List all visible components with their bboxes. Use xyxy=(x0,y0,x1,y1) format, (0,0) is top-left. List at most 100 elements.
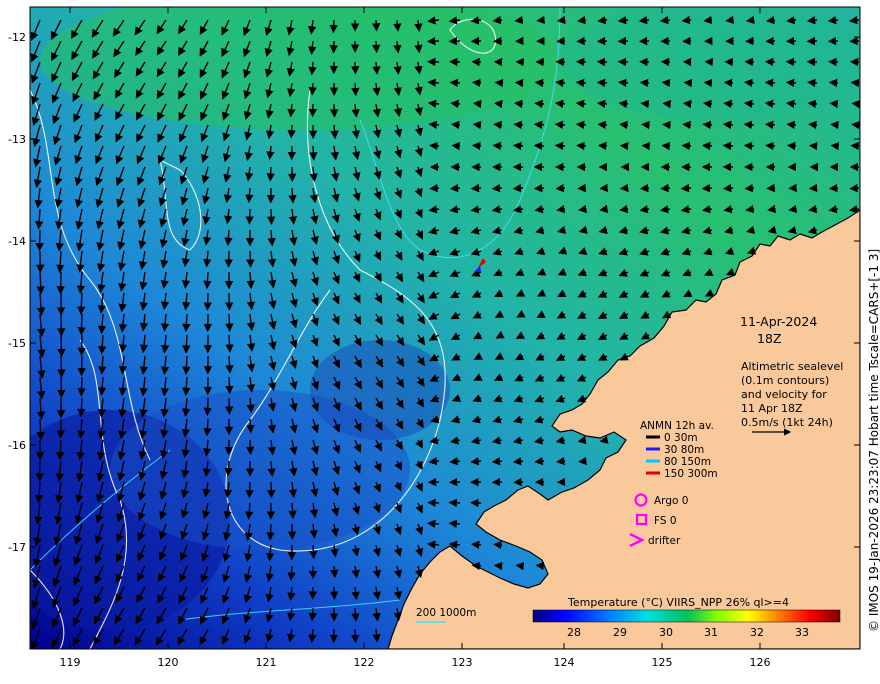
velocity-arrow xyxy=(580,461,587,462)
lon-tick-label: 125 xyxy=(652,656,673,669)
velocity-arrow xyxy=(852,83,859,84)
velocity-arrow xyxy=(640,20,649,21)
velocity-arrow xyxy=(682,188,691,189)
map-date: 11-Apr-2024 xyxy=(740,314,817,329)
velocity-arrow xyxy=(599,146,607,147)
velocity-arrow xyxy=(853,124,860,125)
velocity-arrow xyxy=(577,82,586,83)
velocity-arrow xyxy=(429,103,439,104)
velocity-arrow xyxy=(664,124,671,125)
velocity-arrow xyxy=(536,82,544,83)
velocity-arrow xyxy=(577,124,586,125)
velocity-arrow xyxy=(292,503,293,518)
sea-surface-temperature-map: -12-13-14-15-16-17 119120121122123124125… xyxy=(0,0,880,680)
velocity-arrow xyxy=(451,461,460,462)
velocity-arrow xyxy=(642,103,649,104)
colorbar-tick-label: 29 xyxy=(613,626,627,639)
velocity-arrow xyxy=(684,103,691,104)
velocity-arrow xyxy=(474,124,481,125)
velocity-arrow xyxy=(535,188,544,189)
velocity-arrow xyxy=(312,83,313,94)
lat-tick-label: -17 xyxy=(8,541,26,554)
velocity-arrow xyxy=(494,146,502,147)
velocity-arrow xyxy=(808,20,817,21)
velocity-arrow xyxy=(430,124,439,125)
anmn-label: 30 80m xyxy=(664,444,704,456)
velocity-arrow xyxy=(766,103,775,104)
velocity-arrow xyxy=(745,146,754,147)
drifter-label: drifter xyxy=(648,535,681,547)
velocity-arrow xyxy=(829,20,838,21)
velocity-arrow xyxy=(619,82,628,83)
velocity-arrow xyxy=(705,83,712,84)
velocity-arrow xyxy=(228,461,229,475)
velocity-arrow xyxy=(451,188,460,189)
velocity-arrow xyxy=(333,20,334,32)
velocity-arrow xyxy=(745,82,754,83)
velocity-arrow xyxy=(832,124,839,125)
velocity-arrow xyxy=(577,103,586,104)
velocity-arrow xyxy=(81,314,82,334)
velocity-arrow xyxy=(767,146,776,147)
velocity-arrow xyxy=(831,103,838,104)
colorbar-tick-label: 28 xyxy=(567,626,581,639)
velocity-arrow xyxy=(229,314,230,331)
velocity-arrow xyxy=(229,377,230,393)
velocity-arrow xyxy=(704,124,712,125)
velocity-arrow xyxy=(514,188,523,189)
lon-tick-label: 123 xyxy=(452,656,473,669)
lon-tick-label: 121 xyxy=(256,656,277,669)
velocity-arrow xyxy=(515,103,523,104)
velocity-arrow xyxy=(334,566,335,577)
velocity-arrow xyxy=(704,103,712,104)
velocity-arrow xyxy=(724,188,733,189)
velocity-arrow xyxy=(850,20,859,21)
velocity-arrow xyxy=(536,461,544,462)
velocity-arrow xyxy=(661,20,670,21)
velocity-arrow xyxy=(271,482,272,497)
depth-label: 200 1000m xyxy=(416,607,476,619)
velocity-arrow xyxy=(683,146,691,147)
velocity-arrow xyxy=(431,188,439,189)
colorbar-tick-label: 31 xyxy=(704,626,718,639)
anmn-label: 0 30m xyxy=(664,432,698,444)
velocity-arrow xyxy=(473,565,481,566)
velocity-arrow xyxy=(810,188,817,189)
lat-tick-label: -15 xyxy=(8,337,26,350)
velocity-arrow xyxy=(514,461,523,462)
colorbar-tick-label: 30 xyxy=(659,626,673,639)
velocity-arrow xyxy=(452,103,460,104)
velocity-arrow xyxy=(496,83,502,84)
velocity-arrow xyxy=(472,188,481,189)
velocity-arrow xyxy=(830,188,838,189)
velocity-arrow xyxy=(312,608,313,620)
velocity-arrow xyxy=(851,188,859,189)
velocity-arrow xyxy=(450,523,460,524)
argo-label: Argo 0 xyxy=(654,495,688,507)
velocity-arrow xyxy=(494,20,502,21)
velocity-arrow xyxy=(292,188,293,202)
velocity-arrow xyxy=(535,146,544,147)
velocity-arrow xyxy=(684,124,691,125)
velocity-arrow xyxy=(291,566,292,580)
velocity-arrow xyxy=(291,125,292,137)
velocity-arrow xyxy=(229,251,230,266)
velocity-arrow xyxy=(271,209,272,224)
velocity-arrow xyxy=(558,20,565,21)
velocity-arrow xyxy=(662,188,670,189)
velocity-arrow xyxy=(788,146,796,147)
velocity-arrow xyxy=(229,356,230,372)
velocity-arrow xyxy=(746,188,754,189)
velocity-arrow xyxy=(599,20,607,21)
velocity-arrow xyxy=(355,629,356,642)
velocity-arrow xyxy=(472,544,481,545)
velocity-arrow xyxy=(641,82,649,83)
velocity-arrow xyxy=(397,20,398,31)
velocity-arrow xyxy=(767,20,775,21)
velocity-arrow xyxy=(250,419,251,432)
velocity-arrow xyxy=(61,356,62,377)
info-line: (0.1m contours) xyxy=(741,374,829,387)
velocity-arrow xyxy=(599,124,607,125)
warm-water-patch-2 xyxy=(560,0,880,120)
velocity-arrow xyxy=(601,209,607,210)
